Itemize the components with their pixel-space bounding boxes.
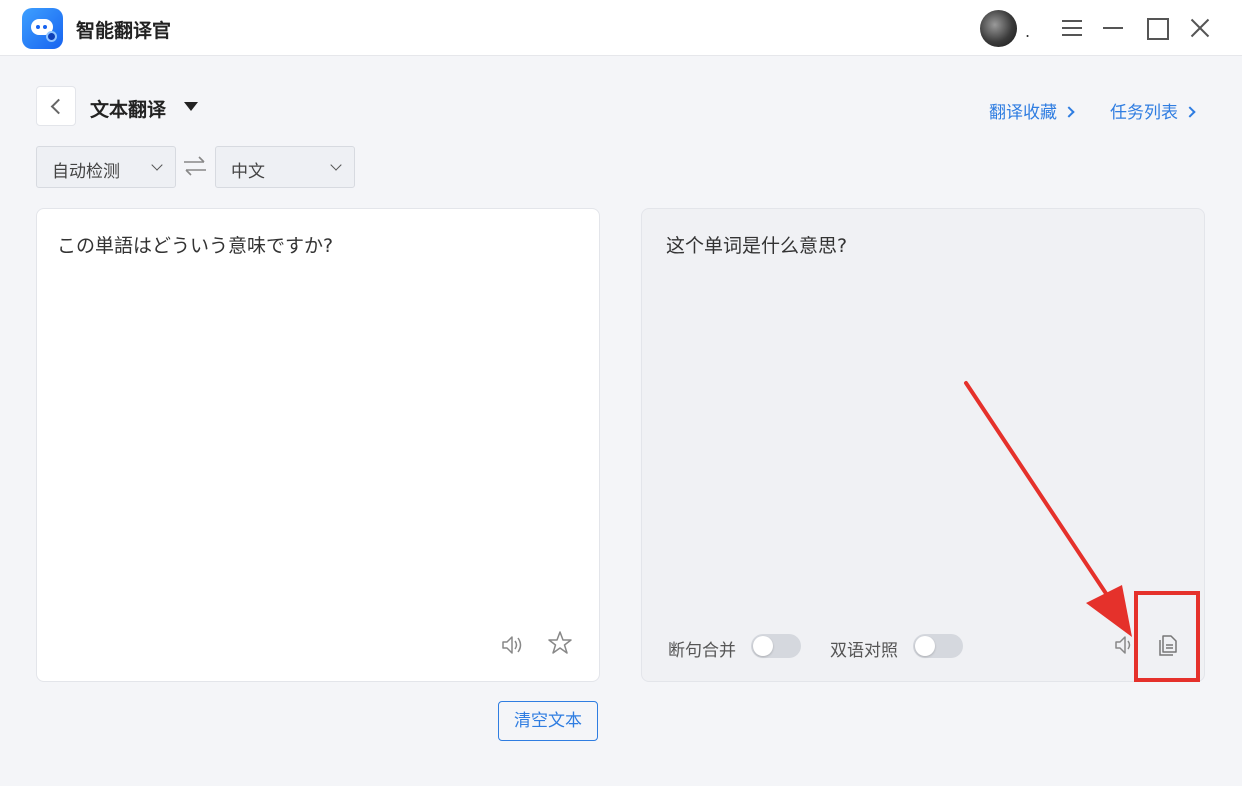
sentence-merge-toggle[interactable] (751, 634, 801, 658)
source-text-panel[interactable]: この単語はどういう意味ですか? (36, 208, 600, 682)
user-avatar[interactable] (980, 10, 1017, 47)
sentence-merge-label: 断句合并 (668, 641, 736, 661)
annotation-highlight-box (1134, 591, 1200, 682)
maximize-icon[interactable] (1143, 14, 1171, 42)
swap-languages-icon[interactable] (182, 154, 208, 178)
source-language-value: 自动检测 (52, 162, 120, 182)
chevron-right-icon (1184, 106, 1196, 118)
app-title: 智能翻译官 (76, 20, 172, 42)
favorites-link-label: 翻译收藏 (989, 103, 1057, 123)
speaker-icon[interactable] (499, 632, 525, 658)
caret-down-icon[interactable] (184, 102, 198, 111)
minimize-icon[interactable] (1100, 14, 1128, 42)
close-icon[interactable] (1186, 14, 1214, 42)
clear-text-button[interactable]: 清空文本 (498, 701, 598, 741)
task-list-link-label: 任务列表 (1110, 103, 1178, 123)
annotation-arrow (964, 381, 1132, 637)
chevron-down-icon (330, 159, 342, 171)
source-text[interactable]: この単語はどういう意味ですか? (57, 231, 333, 258)
menu-icon[interactable] (1058, 14, 1086, 42)
app-logo-icon (22, 8, 63, 49)
target-language-value: 中文 (231, 162, 265, 182)
star-icon[interactable] (547, 630, 573, 656)
task-list-link[interactable]: 任务列表 (1110, 98, 1196, 123)
bilingual-label: 双语对照 (830, 641, 898, 661)
chevron-right-icon (1063, 106, 1075, 118)
source-language-select[interactable]: 自动检测 (36, 146, 176, 188)
page-title[interactable]: 文本翻译 (90, 95, 166, 122)
favorites-link[interactable]: 翻译收藏 (989, 98, 1075, 123)
title-bar: 智能翻译官 . (0, 0, 1242, 56)
target-language-select[interactable]: 中文 (215, 146, 355, 188)
translation-text: 这个单词是什么意思? (666, 235, 848, 257)
chevron-down-icon (151, 159, 163, 171)
avatar-suffix: . (1025, 22, 1031, 41)
back-button[interactable] (36, 86, 76, 126)
